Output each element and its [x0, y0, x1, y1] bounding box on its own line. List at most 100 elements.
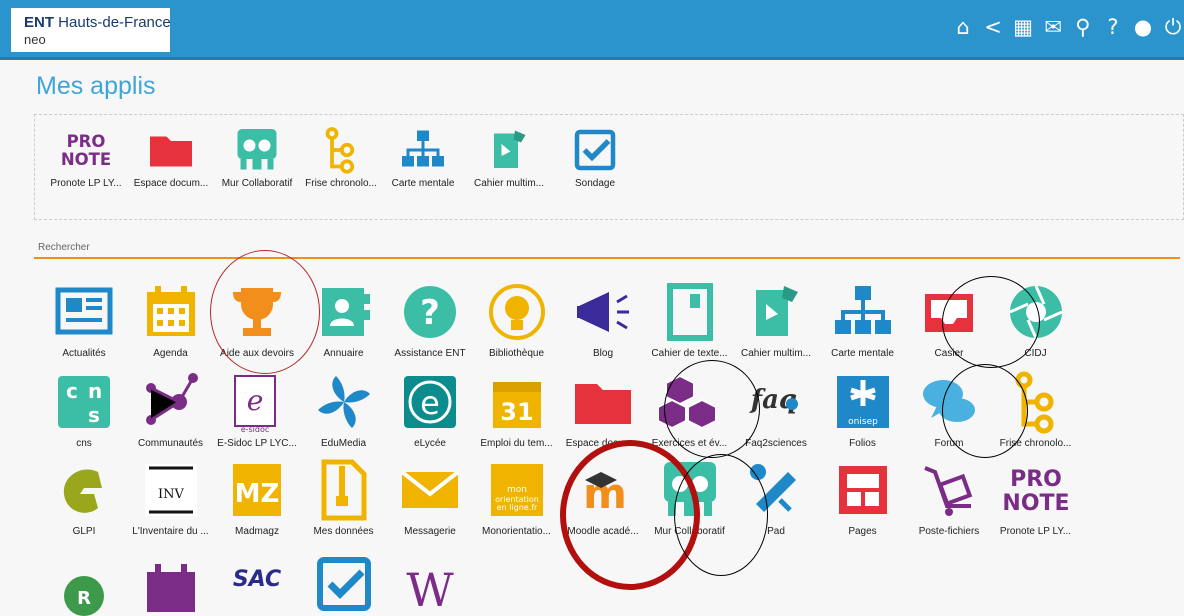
app-sondage[interactable]: [298, 552, 390, 616]
search-input[interactable]: Rechercher: [38, 242, 90, 253]
esidoc-icon: e e-sidoc: [225, 370, 289, 434]
app-mz[interactable]: MZ Madmagz: [211, 458, 303, 537]
app-sac[interactable]: SAC: [211, 552, 303, 616]
favorite-app-carte[interactable]: Carte mentale: [380, 126, 466, 189]
app-cahier[interactable]: Cahier multim...: [730, 280, 822, 359]
frise-icon: [317, 126, 365, 174]
favorite-app-folder[interactable]: Espace docum...: [128, 126, 214, 189]
carte-icon: [831, 280, 895, 344]
faq-icon: faq: [744, 370, 808, 434]
help-icon: ?: [398, 280, 462, 344]
favorite-app-cahier[interactable]: Cahier multim...: [466, 126, 552, 189]
power-icon[interactable]: ⏻: [1162, 15, 1184, 39]
app-agenda[interactable]: Agenda: [125, 280, 217, 359]
svg-text:PRO: PRO: [1010, 467, 1062, 492]
logo-ent-text: ENT: [24, 14, 54, 31]
svg-text:e-sidoc: e-sidoc: [241, 425, 270, 434]
app-label: Mes données: [313, 526, 374, 537]
app-elycee[interactable]: e eLycée: [384, 370, 476, 449]
app-blog[interactable]: Blog: [557, 280, 649, 359]
blog-icon: [571, 280, 635, 344]
svg-text:s: s: [88, 403, 100, 427]
svg-text:MZ: MZ: [235, 479, 280, 509]
app-trophy[interactable]: Aide aux devoirs: [211, 280, 303, 359]
app-wiki[interactable]: W: [384, 552, 476, 616]
app-esidoc[interactable]: e e-sidoc E-Sidoc LP LYC...: [211, 370, 303, 449]
app-pad[interactable]: Pad: [730, 458, 822, 537]
texte-icon: [658, 280, 722, 344]
app-glpi[interactable]: GLPI: [38, 458, 130, 537]
svg-text:NOTE: NOTE: [62, 150, 110, 169]
app-label: Faq2sciences: [745, 438, 807, 449]
app-label: eLycée: [414, 438, 446, 449]
favorite-app-sondage[interactable]: Sondage: [552, 126, 638, 189]
glpi-icon: [52, 458, 116, 522]
app-cns[interactable]: c n s cns: [38, 370, 130, 449]
app-label: Pages: [848, 526, 877, 537]
app-frise[interactable]: Frise chronolo...: [990, 370, 1082, 449]
app-commu[interactable]: Communautés: [125, 370, 217, 449]
help-icon[interactable]: ?: [1102, 15, 1124, 39]
app-faq[interactable]: faq Faq2sciences: [730, 370, 822, 449]
app-biblio[interactable]: Bibliothèque: [471, 280, 563, 359]
elycee-icon: e: [398, 370, 462, 434]
app-label: Messagerie: [404, 526, 456, 537]
app-donnees[interactable]: Mes données: [298, 458, 390, 537]
app-forum[interactable]: Forum: [903, 370, 995, 449]
top-bar: ENT Hauts-de-France neo ⌂ < ▦ ✉ ⚲ ? ● ⏻: [0, 0, 1184, 60]
ent-logo[interactable]: ENT Hauts-de-France neo: [11, 8, 171, 52]
app-calendar[interactable]: [125, 552, 217, 616]
app-label: Mur Collaboratif: [654, 526, 725, 537]
favorite-app-pronote[interactable]: PRO NOTE Pronote LP LY...: [43, 126, 129, 189]
app-casier[interactable]: Casier: [903, 280, 995, 359]
search-icon[interactable]: ⚲: [1072, 15, 1094, 39]
favorite-app-label: Mur Collaboratif: [221, 178, 293, 189]
app-r[interactable]: R: [38, 552, 130, 616]
home-icon[interactable]: ⌂: [952, 15, 974, 39]
app-label: Aide aux devoirs: [220, 348, 294, 359]
app-label: Annuaire: [323, 348, 364, 359]
mail-icon[interactable]: ✉: [1042, 15, 1064, 39]
app-edt[interactable]: 31 Emploi du tem...: [471, 370, 563, 449]
app-cidj[interactable]: CIDJ: [990, 280, 1082, 359]
app-moodle[interactable]: m Moodle acadé...: [557, 458, 649, 537]
mur-icon: [658, 458, 722, 522]
app-pages[interactable]: Pages: [817, 458, 909, 537]
app-edumedia[interactable]: EduMedia: [298, 370, 390, 449]
app-carte[interactable]: Carte mentale: [817, 280, 909, 359]
app-label: Casier: [934, 348, 964, 359]
app-label: Exercices et év...: [651, 438, 728, 449]
share-icon[interactable]: <: [982, 15, 1004, 39]
app-help[interactable]: ? Assistance ENT: [384, 280, 476, 359]
app-mur[interactable]: Mur Collaboratif: [644, 458, 736, 537]
app-folios[interactable]: onisep Folios: [817, 370, 909, 449]
page-title: Mes applis: [36, 72, 156, 100]
app-folder[interactable]: Espace docum...: [557, 370, 649, 449]
app-label: EduMedia: [320, 438, 367, 449]
moodle-icon: m: [571, 458, 635, 522]
app-mail[interactable]: Messagerie: [384, 458, 476, 537]
cidj-icon: [1004, 280, 1068, 344]
app-label: Bibliothèque: [488, 348, 545, 359]
svg-text:n: n: [88, 379, 102, 403]
favorite-app-mur[interactable]: Mur Collaboratif: [214, 126, 300, 189]
app-inventaire[interactable]: INV L'Inventaire du ...: [125, 458, 217, 537]
annuaire-icon: [312, 280, 376, 344]
app-pronote[interactable]: PRO NOTE Pronote LP LY...: [990, 458, 1082, 537]
app-poste[interactable]: Poste-fichiers: [903, 458, 995, 537]
grid-icon[interactable]: ▦: [1012, 15, 1034, 39]
top-icons: ⌂ < ▦ ✉ ⚲ ? ● ⏻: [952, 15, 1184, 41]
app-annuaire[interactable]: Annuaire: [298, 280, 390, 359]
edt-icon: 31: [485, 370, 549, 434]
app-label: Blog: [592, 348, 613, 359]
forum-icon: [917, 370, 981, 434]
favorite-app-frise[interactable]: Frise chronolo...: [298, 126, 384, 189]
app-label: Monorientatio...: [482, 526, 551, 537]
search-underline: [34, 257, 1180, 259]
app-monori[interactable]: mon orientation en ligne.fr Monorientatio..…: [471, 458, 563, 537]
app-cubes[interactable]: Exercices et év...: [644, 370, 736, 449]
app-actualites[interactable]: Actualités: [38, 280, 130, 359]
user-icon[interactable]: ●: [1132, 15, 1154, 39]
mur-icon: [233, 126, 281, 174]
app-texte[interactable]: Cahier de texte...: [644, 280, 736, 359]
